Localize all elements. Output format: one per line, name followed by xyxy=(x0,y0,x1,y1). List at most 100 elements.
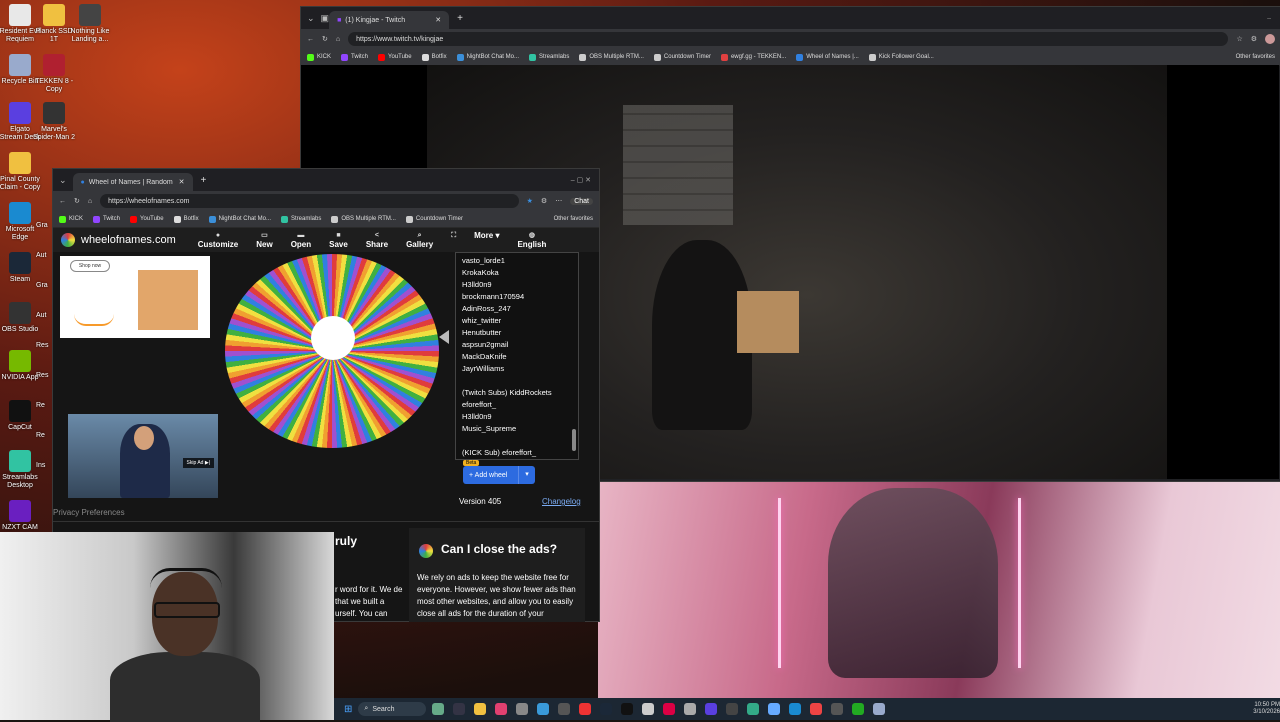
taskbar-app-icon[interactable] xyxy=(852,703,865,715)
url-field[interactable]: https://www.twitch.tv/kingjae xyxy=(348,32,1229,46)
desktop-icon[interactable]: NZXT CAM xyxy=(0,500,42,532)
privacy-preferences-link[interactable]: Privacy Preferences xyxy=(53,508,125,517)
changelog-link[interactable]: Changelog xyxy=(542,497,581,506)
add-wheel-button[interactable]: + Add wheel ▾ xyxy=(463,466,535,484)
taskbar-app-icon[interactable] xyxy=(789,703,802,715)
taskbar-app-icon[interactable] xyxy=(537,703,550,715)
favorite-link[interactable]: Countdown Timer xyxy=(405,215,463,223)
favorite-link[interactable]: Botfix xyxy=(173,215,199,223)
other-favorites-button[interactable]: Other favorites xyxy=(554,216,593,222)
entries-scrollbar[interactable] xyxy=(572,429,576,451)
system-clock[interactable]: 10:50 PM 3/10/2026 xyxy=(1253,702,1280,716)
tab-wheelofnames[interactable]: ● Wheel of Names | Random name ✕ xyxy=(72,173,193,191)
taskbar-app-icon[interactable] xyxy=(642,703,655,715)
favorite-star-icon[interactable]: ☆ xyxy=(1236,35,1242,43)
nav-customize-button[interactable]: ● Customize xyxy=(198,231,238,249)
profile-avatar[interactable] xyxy=(1265,34,1275,44)
shop-now-button[interactable]: Shop now xyxy=(70,260,110,272)
taskbar-app-icon[interactable] xyxy=(768,703,781,715)
start-icon[interactable]: ⊞ xyxy=(344,704,352,715)
close-tab-icon[interactable]: ✕ xyxy=(179,178,185,186)
refresh-icon[interactable]: ↻ xyxy=(322,35,328,43)
favorite-link[interactable]: Wheel of Names |... xyxy=(796,53,859,61)
taskbar-app-icon[interactable] xyxy=(474,703,487,715)
favorite-link[interactable]: Botfix xyxy=(421,53,447,61)
taskbar-app-icon[interactable] xyxy=(810,703,823,715)
chat-button[interactable]: Chat xyxy=(570,197,593,205)
taskbar-app-icon[interactable] xyxy=(663,703,676,715)
desktop-icon[interactable]: TEKKEN 8 - Copy xyxy=(32,54,76,94)
taskbar-app-icon[interactable] xyxy=(873,703,886,715)
taskbar-app-icon[interactable] xyxy=(516,703,529,715)
desktop-icon[interactable]: Streamlabs Desktop xyxy=(0,450,42,490)
refresh-icon[interactable]: ↻ xyxy=(74,197,80,205)
taskbar-app-icon[interactable] xyxy=(726,703,739,715)
new-tab-button[interactable]: + xyxy=(457,13,463,24)
desktop-icon[interactable]: Pinal County Claim - Copy xyxy=(0,152,42,192)
nav-open-button[interactable]: ▬ Open xyxy=(291,231,311,249)
tab-menu-icon[interactable]: ⌄ xyxy=(307,13,315,24)
close-tab-icon[interactable]: ✕ xyxy=(435,16,441,24)
favorite-link[interactable]: YouTube xyxy=(130,215,164,223)
back-icon[interactable]: ← xyxy=(307,36,314,43)
taskbar-app-icon[interactable] xyxy=(495,703,508,715)
taskbar-search[interactable]: ⌕ Search xyxy=(358,702,427,716)
favorite-link[interactable]: Twitch xyxy=(93,215,120,223)
favorite-link[interactable]: OBS Multiple RTM... xyxy=(331,215,396,223)
skip-ad-button[interactable]: Skip Ad ▶| xyxy=(182,458,214,468)
extensions-icon[interactable]: ⚙ xyxy=(1251,35,1257,43)
desktop-icon[interactable]: Marvel's Spider-Man 2 xyxy=(32,102,76,142)
favorite-link[interactable]: KICK xyxy=(59,215,83,223)
favorite-link[interactable]: OBS Multiple RTM... xyxy=(579,53,644,61)
taskbar-app-icon[interactable] xyxy=(684,703,697,715)
wheel-center-button[interactable] xyxy=(311,316,355,360)
taskbar-app-icon[interactable] xyxy=(453,703,466,715)
favorite-link[interactable]: Streamlabs xyxy=(528,53,569,61)
back-icon[interactable]: ← xyxy=(59,198,66,205)
taskbar-app-icon[interactable] xyxy=(747,703,760,715)
new-tab-button[interactable]: + xyxy=(201,175,207,186)
taskbar-app-icon[interactable] xyxy=(579,703,592,715)
nav-share-button[interactable]: < Share xyxy=(366,231,388,249)
favorite-link[interactable]: Streamlabs xyxy=(280,215,321,223)
workspaces-icon[interactable]: ▣ xyxy=(321,13,330,24)
app-icon xyxy=(9,102,31,124)
favorite-link[interactable]: ewgf.gg - TEKKEN... xyxy=(720,53,786,61)
favorite-link[interactable]: Twitch xyxy=(341,53,368,61)
favorite-link[interactable]: KICK xyxy=(307,53,331,61)
home-icon[interactable]: ⌂ xyxy=(336,36,340,43)
desktop-icon[interactable]: Nothing Like Landing a... xyxy=(68,4,112,44)
site-logo[interactable]: wheelofnames.com xyxy=(61,233,176,247)
entries-textbox[interactable]: vasto_lorde1 KrokaKoka H3lld0n9 brockmann17… xyxy=(455,252,579,460)
taskbar-app-icon[interactable] xyxy=(831,703,844,715)
taskbar-app-icon[interactable] xyxy=(432,703,445,715)
taskbar-app-icon[interactable] xyxy=(705,703,718,715)
taskbar-app-icon[interactable] xyxy=(558,703,571,715)
url-field[interactable]: https://wheelofnames.com xyxy=(100,194,519,208)
home-icon[interactable]: ⌂ xyxy=(88,198,92,205)
nav-english-button[interactable]: ◍ English xyxy=(517,231,546,249)
video-ad[interactable]: Skip Ad ▶| xyxy=(68,414,218,498)
nav-new-button[interactable]: ▭ New xyxy=(256,231,272,249)
favorite-link[interactable]: NightBot Chat Mo... xyxy=(456,53,519,61)
favorite-link[interactable]: YouTube xyxy=(378,53,412,61)
nav-save-button[interactable]: ■ Save xyxy=(329,231,348,249)
taskbar-app-icon[interactable] xyxy=(621,703,634,715)
favorite-link[interactable]: NightBot Chat Mo... xyxy=(208,215,271,223)
tab-menu-icon[interactable]: ⌄ xyxy=(59,175,67,186)
nav-more-button[interactable]: More ▾ xyxy=(474,231,499,249)
amazon-ad[interactable]: Shop now xyxy=(60,256,210,338)
favorite-link[interactable]: Kick Follower Goal... xyxy=(868,53,934,61)
window-controls-icon[interactable]: – ▢ ✕ xyxy=(571,176,591,184)
tab-twitch[interactable]: ■ (1) Kingjae - Twitch ✕ xyxy=(329,11,450,29)
chevron-down-icon[interactable]: ▾ xyxy=(518,466,535,484)
more-menu-icon[interactable]: ⋯ xyxy=(555,197,562,205)
taskbar-app-icon[interactable] xyxy=(600,703,613,715)
nav-gallery-button[interactable]: ⌕ Gallery xyxy=(406,231,433,249)
other-favorites-button[interactable]: Other favorites xyxy=(1236,54,1275,60)
extensions-icon[interactable]: ⚙ xyxy=(541,197,547,205)
favorite-link[interactable]: Countdown Timer xyxy=(653,53,711,61)
minimize-icon[interactable]: – xyxy=(1267,15,1271,22)
nav-fullscreen-button[interactable]: ⛶ xyxy=(451,231,456,249)
favorite-star-icon[interactable]: ★ xyxy=(527,197,533,205)
